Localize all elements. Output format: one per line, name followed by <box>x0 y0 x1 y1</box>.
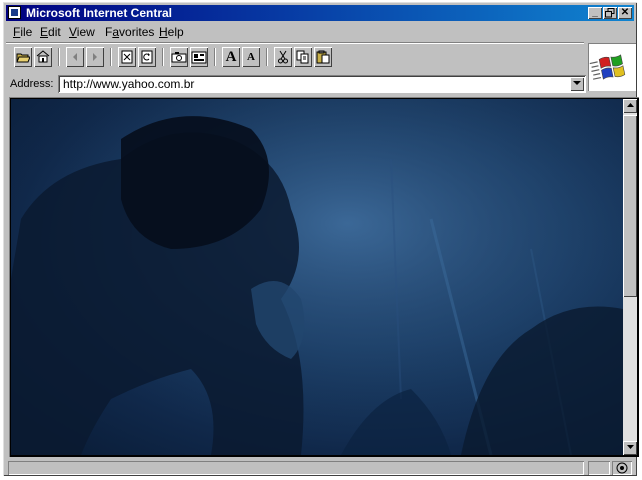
menu-help[interactable]: Help <box>159 25 184 39</box>
address-bar: Address: http://www.yahoo.com.br <box>6 73 586 95</box>
forward-button[interactable] <box>86 47 104 67</box>
toolbar-separator <box>214 48 216 66</box>
back-button[interactable] <box>66 47 84 67</box>
browser-window: Microsoft Internet Central _ ✕ File Edit… <box>3 2 639 478</box>
globe-icon <box>616 462 628 474</box>
menu-edit[interactable]: Edit <box>40 25 61 39</box>
font-smaller-icon: A <box>247 51 255 63</box>
toolbar-separator <box>110 48 112 66</box>
toolbar-separator <box>162 48 164 66</box>
favorites-icon <box>191 51 207 64</box>
stop-icon <box>121 50 133 64</box>
font-larger-button[interactable]: A <box>222 47 240 67</box>
address-label: Address: <box>10 78 54 90</box>
menu-edit-label: dit <box>48 25 61 39</box>
status-icon-pane <box>612 461 632 475</box>
window-title: Microsoft Internet Central <box>26 6 173 20</box>
vertical-scrollbar[interactable] <box>623 99 637 455</box>
cut-icon <box>278 50 288 64</box>
browser-app-icon[interactable] <box>8 6 21 19</box>
font-larger-icon: A <box>225 49 237 65</box>
status-zone-pane <box>588 461 610 475</box>
font-smaller-button[interactable]: A <box>242 47 260 67</box>
arrow-down-icon <box>626 445 634 449</box>
close-button[interactable]: ✕ <box>618 7 632 19</box>
refresh-icon <box>141 50 153 64</box>
address-dropdown-button[interactable] <box>570 77 584 91</box>
status-text-pane <box>8 461 584 475</box>
open-folder-icon <box>16 53 31 63</box>
chevron-down-icon <box>573 81 581 85</box>
menu-file-label: ile <box>20 25 33 39</box>
scroll-thumb[interactable] <box>623 115 637 297</box>
menu-file[interactable]: File <box>13 25 32 39</box>
stop-button[interactable] <box>118 47 136 67</box>
open-folder-button[interactable] <box>14 47 32 67</box>
address-input[interactable]: http://www.yahoo.com.br <box>58 75 586 93</box>
scroll-down-button[interactable] <box>623 441 637 455</box>
dark-blue-scene-image <box>11 99 623 455</box>
minimize-button[interactable]: _ <box>588 7 602 19</box>
refresh-button[interactable] <box>138 47 156 67</box>
arrow-up-icon <box>626 103 634 107</box>
home-icon <box>36 50 50 63</box>
menu-edit-accel: E <box>40 25 49 39</box>
menu-view-label: iew <box>76 25 95 39</box>
favorites-button[interactable] <box>190 47 208 67</box>
copy-button[interactable] <box>294 47 312 67</box>
copy-icon <box>296 50 309 64</box>
menu-bar: File Edit View Favorites Help <box>6 23 634 41</box>
print-button[interactable] <box>170 47 188 67</box>
forward-icon <box>93 53 97 61</box>
paste-icon <box>316 50 330 64</box>
windows-flag-icon <box>589 54 626 80</box>
paste-button[interactable] <box>314 47 332 67</box>
status-bar <box>6 460 634 478</box>
page-content <box>9 97 639 457</box>
menu-favorites[interactable]: Favorites <box>105 25 154 39</box>
restore-icon <box>605 8 615 18</box>
menu-view[interactable]: View <box>69 25 95 39</box>
scroll-up-button[interactable] <box>623 99 637 113</box>
windows-logo <box>588 43 636 91</box>
page-image <box>11 99 623 455</box>
back-icon <box>73 53 77 61</box>
menu-help-accel: H <box>159 25 168 39</box>
menu-view-accel: V <box>69 25 77 39</box>
toolbar: A A <box>6 42 584 73</box>
address-url[interactable]: http://www.yahoo.com.br <box>63 77 194 91</box>
toolbar-separator <box>266 48 268 66</box>
home-button[interactable] <box>34 47 52 67</box>
print-icon <box>171 52 187 63</box>
title-bar[interactable]: Microsoft Internet Central _ ✕ <box>6 5 634 21</box>
cut-button[interactable] <box>274 47 292 67</box>
toolbar-separator <box>58 48 60 66</box>
maximize-button[interactable] <box>603 7 617 19</box>
menu-favorites-label: vorites <box>119 25 155 39</box>
menu-help-label: elp <box>167 25 184 39</box>
